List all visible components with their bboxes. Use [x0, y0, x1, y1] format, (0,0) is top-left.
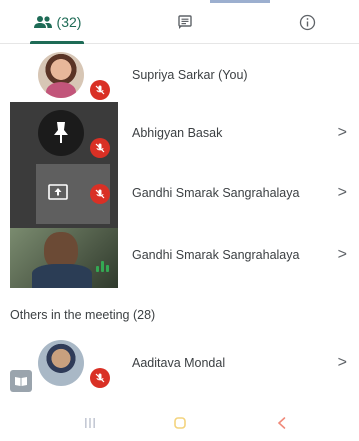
- info-icon: [299, 14, 315, 30]
- muted-mic-icon: [90, 184, 110, 204]
- recents-icon[interactable]: [78, 413, 102, 433]
- muted-mic-icon: [90, 138, 110, 158]
- people-icon: [33, 16, 52, 28]
- avatar: [38, 52, 84, 98]
- participant-row-self[interactable]: Supriya Sarkar (You): [0, 46, 359, 104]
- pin-icon: [38, 110, 84, 156]
- active-tab-indicator: [30, 41, 84, 44]
- muted-mic-icon: [90, 80, 110, 100]
- back-icon[interactable]: [270, 413, 294, 433]
- speaking-indicator-icon: [96, 260, 110, 272]
- chevron-right-icon[interactable]: >: [338, 354, 347, 372]
- tab-bar: (32): [0, 0, 359, 44]
- participant-name: Gandhi Smarak Sangrahalaya: [132, 186, 300, 200]
- avatar: [38, 340, 84, 386]
- tab-people[interactable]: (32): [14, 0, 100, 44]
- participant-name: Supriya Sarkar (You): [132, 68, 248, 82]
- tab-info[interactable]: [292, 0, 322, 44]
- top-edge-strip: [210, 0, 270, 3]
- section-title: Others in the meeting (28): [10, 308, 156, 322]
- chevron-right-icon[interactable]: >: [338, 246, 347, 264]
- home-icon[interactable]: [168, 413, 192, 433]
- book-icon[interactable]: [10, 370, 32, 392]
- participant-name: Gandhi Smarak Sangrahalaya: [132, 248, 300, 262]
- participant-row[interactable]: Gandhi Smarak Sangrahalaya >: [0, 226, 359, 284]
- people-count: (32): [56, 14, 82, 30]
- muted-mic-icon: [90, 368, 110, 388]
- present-screen-icon: [48, 184, 68, 202]
- participant-name: Aaditava Mondal: [132, 356, 226, 370]
- system-nav-bar: [0, 405, 359, 441]
- chevron-right-icon[interactable]: >: [338, 124, 347, 142]
- participant-row[interactable]: Abhigyan Basak >: [0, 104, 359, 162]
- chat-icon: [178, 15, 192, 29]
- chevron-right-icon[interactable]: >: [338, 184, 347, 202]
- participant-row[interactable]: Aaditava Mondal >: [0, 334, 359, 392]
- tab-chat[interactable]: [170, 0, 200, 44]
- participant-row[interactable]: Gandhi Smarak Sangrahalaya >: [0, 164, 359, 222]
- participant-name: Abhigyan Basak: [132, 126, 223, 140]
